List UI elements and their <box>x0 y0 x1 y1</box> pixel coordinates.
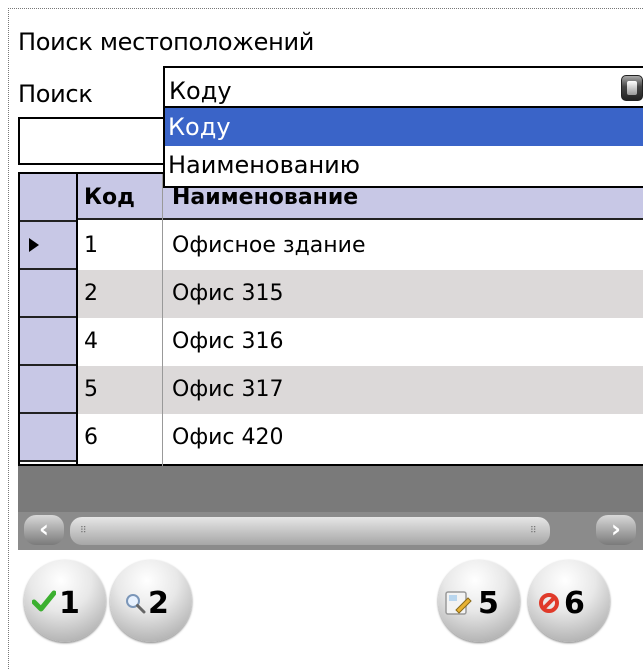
search-input[interactable] <box>18 117 178 165</box>
edit-document-icon <box>445 591 472 615</box>
table-empty-area <box>18 466 643 512</box>
cell-name: Офисное здание <box>172 233 366 258</box>
edit-button[interactable]: 5 <box>438 560 520 642</box>
ok-button-number: 1 <box>59 586 80 621</box>
cell-code: 5 <box>78 366 162 414</box>
scroll-right-button[interactable]: › <box>596 515 636 545</box>
scroll-left-button[interactable]: ‹ <box>24 515 64 545</box>
table-row[interactable]: 1 Офисное здание <box>20 222 643 270</box>
locations-table[interactable]: Код Наименование 1 Офисное здание 2 Офис… <box>18 172 643 466</box>
column-header-code[interactable]: Код <box>78 174 162 220</box>
magnifier-icon <box>126 594 146 614</box>
check-icon <box>32 590 56 612</box>
cell-name: Офис 316 <box>172 329 284 354</box>
row-indicator-cell[interactable] <box>20 270 76 318</box>
search-by-value: Коду <box>169 77 232 105</box>
grip-icon: ⠿ <box>80 526 87 536</box>
search-label: Поиск <box>18 80 93 108</box>
cancel-button[interactable]: 6 <box>528 560 610 642</box>
search-button[interactable]: 2 <box>110 560 192 642</box>
search-by-select[interactable]: Коду <box>163 66 643 108</box>
scroll-thumb[interactable]: ⠿ ⠿ <box>70 517 550 545</box>
ok-button[interactable]: 1 <box>24 560 106 642</box>
horizontal-scrollbar[interactable]: ‹ ⠿ ⠿ › <box>18 512 643 550</box>
row-indicator-cell[interactable] <box>20 318 76 366</box>
table-row[interactable]: 2 Офис 315 <box>20 270 643 318</box>
dropdown-arrow-icon[interactable] <box>621 75 643 101</box>
cell-code: 1 <box>84 233 98 258</box>
cancel-icon <box>539 593 559 613</box>
cell-name: Офис 315 <box>162 270 643 318</box>
search-by-dropdown: Коду Наименованию <box>163 108 643 188</box>
header-indicator-cell <box>20 174 76 222</box>
cell-name: Офис 420 <box>172 425 284 450</box>
current-row-arrow-icon <box>29 238 39 252</box>
cell-code: 2 <box>78 270 162 318</box>
table-row[interactable]: 5 Офис 317 <box>20 366 643 414</box>
column-divider <box>162 174 163 466</box>
column-divider <box>76 174 78 466</box>
edit-button-number: 5 <box>478 586 499 621</box>
row-indicator-cell[interactable] <box>20 222 76 270</box>
grip-icon: ⠿ <box>530 526 537 536</box>
page-title: Поиск местоположений <box>18 28 315 56</box>
dropdown-option-code[interactable]: Коду <box>165 108 643 146</box>
table-row[interactable]: 6 Офис 420 <box>20 414 643 462</box>
cell-code: 6 <box>84 425 98 450</box>
row-indicator-cell[interactable] <box>20 366 76 414</box>
table-row[interactable]: 4 Офис 316 <box>20 318 643 366</box>
dropdown-option-name[interactable]: Наименованию <box>165 146 643 184</box>
cancel-button-number: 6 <box>564 586 585 621</box>
search-button-number: 2 <box>148 586 169 621</box>
row-indicator-cell[interactable] <box>20 414 76 462</box>
cell-name: Офис 317 <box>162 366 643 414</box>
cell-code: 4 <box>84 329 98 354</box>
